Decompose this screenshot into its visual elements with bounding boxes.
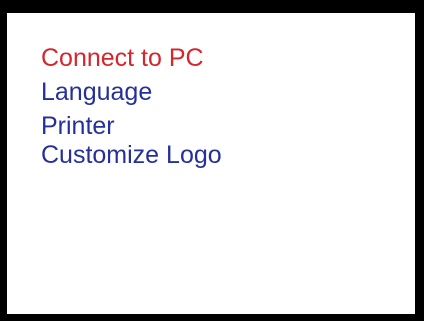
main-menu: Connect to PC Language Printer Customize… — [41, 44, 222, 170]
menu-item-customize-logo[interactable]: Customize Logo — [41, 141, 222, 170]
menu-item-language[interactable]: Language — [41, 78, 222, 107]
menu-item-printer[interactable]: Printer — [41, 112, 222, 141]
menu-item-connect-to-pc[interactable]: Connect to PC — [41, 44, 222, 73]
device-screen: Connect to PC Language Printer Customize… — [0, 0, 424, 321]
